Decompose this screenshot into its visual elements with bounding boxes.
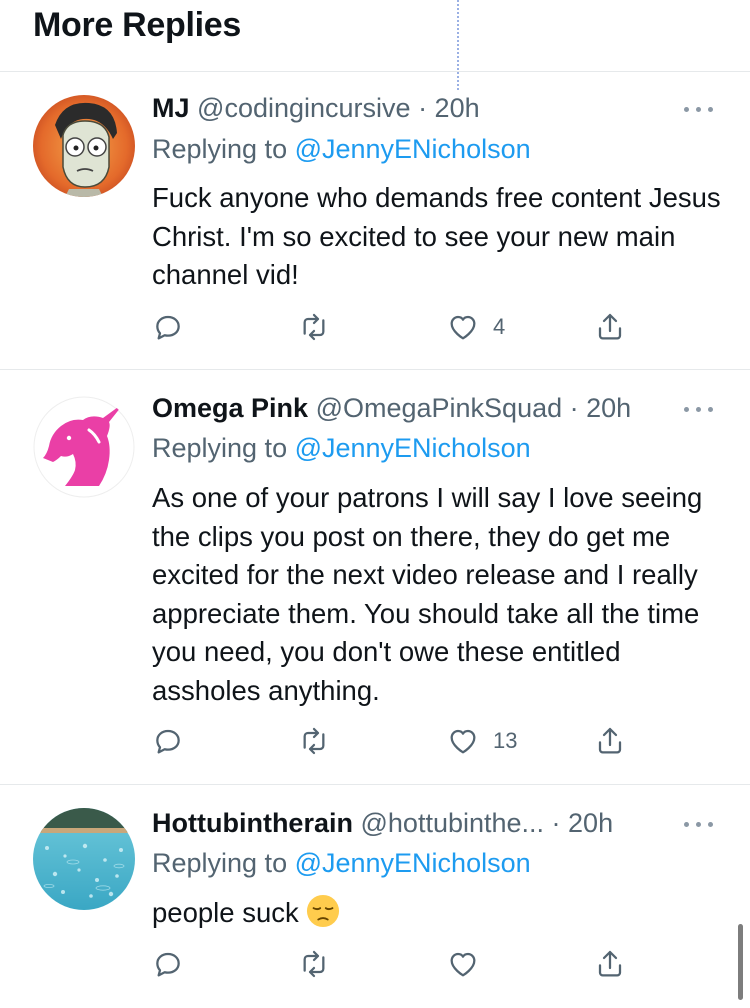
retweet-icon bbox=[303, 313, 325, 341]
retweet-icon bbox=[303, 950, 325, 978]
like-button[interactable]: 13 bbox=[447, 723, 517, 759]
replies-page: More Replies MJ @codingincursive · 20h R… bbox=[0, 0, 750, 1008]
tweet-header: MJ @codingincursive · 20h bbox=[152, 91, 480, 125]
share-button[interactable] bbox=[594, 723, 626, 759]
replying-to-prefix: Replying to bbox=[152, 433, 295, 463]
tweet-actions bbox=[152, 946, 652, 982]
replying-to-handle[interactable]: @JennyENicholson bbox=[295, 134, 531, 164]
share-icon bbox=[598, 727, 622, 754]
section-header: More Replies bbox=[0, 0, 750, 72]
retweet-button[interactable] bbox=[298, 946, 330, 982]
more-icon[interactable] bbox=[684, 399, 714, 419]
cartoon-face-avatar-icon bbox=[33, 95, 135, 197]
share-button[interactable] bbox=[594, 946, 626, 982]
tweet-text: As one of your patrons I will say I love… bbox=[152, 482, 703, 706]
user-handle[interactable]: @codingincursive bbox=[197, 93, 411, 123]
avatar[interactable] bbox=[33, 95, 135, 197]
more-icon[interactable] bbox=[684, 814, 714, 834]
pink-unicorn-avatar-icon bbox=[33, 396, 135, 498]
share-button[interactable] bbox=[594, 309, 626, 345]
replying-to-prefix: Replying to bbox=[152, 848, 295, 878]
pensive-face-icon bbox=[307, 894, 340, 928]
display-name[interactable]: Hottubintherain bbox=[152, 808, 353, 838]
like-icon bbox=[450, 952, 476, 977]
replying-to-handle[interactable]: @JennyENicholson bbox=[295, 848, 531, 878]
replying-to: Replying to @JennyENicholson bbox=[152, 132, 531, 166]
like-count: 13 bbox=[493, 728, 518, 753]
user-handle[interactable]: @OmegaPinkSquad bbox=[316, 393, 563, 423]
replying-to: Replying to @JennyENicholson bbox=[152, 846, 531, 880]
rainy-pool-avatar-icon bbox=[33, 808, 135, 910]
reply-button[interactable] bbox=[152, 723, 184, 759]
reply-icon bbox=[156, 729, 180, 754]
like-button[interactable] bbox=[447, 946, 493, 982]
avatar[interactable] bbox=[33, 396, 135, 498]
retweet-button[interactable] bbox=[298, 723, 330, 759]
reply-button[interactable] bbox=[152, 309, 184, 345]
reply-tweet-mj[interactable]: MJ @codingincursive · 20h Replying to @J… bbox=[0, 73, 750, 370]
reply-tweet-hottubintherain[interactable]: Hottubintherain @hottubinthe... · 20h Re… bbox=[0, 786, 750, 1008]
reply-icon bbox=[156, 952, 180, 977]
replying-to: Replying to @JennyENicholson bbox=[152, 431, 531, 465]
display-name[interactable]: MJ bbox=[152, 93, 190, 123]
tweet-header: Hottubintherain @hottubinthe... · 20h bbox=[152, 806, 613, 840]
tweet-text: Fuck anyone who demands free content Jes… bbox=[152, 182, 721, 290]
reply-icon bbox=[156, 315, 180, 340]
tweet-body: people suck bbox=[152, 894, 727, 933]
like-button[interactable]: 4 bbox=[447, 309, 505, 345]
tweet-header: Omega Pink @OmegaPinkSquad · 20h bbox=[152, 391, 631, 425]
more-icon[interactable] bbox=[684, 99, 714, 119]
tweet-actions: 13 bbox=[152, 723, 652, 759]
like-icon bbox=[450, 729, 476, 754]
reply-button[interactable] bbox=[152, 946, 184, 982]
replying-to-prefix: Replying to bbox=[152, 134, 295, 164]
like-icon bbox=[450, 315, 476, 340]
tweet-actions: 4 bbox=[152, 309, 652, 345]
timestamp[interactable]: · 20h bbox=[418, 93, 480, 123]
display-name[interactable]: Omega Pink bbox=[152, 393, 308, 423]
avatar[interactable] bbox=[33, 808, 135, 910]
retweet-icon bbox=[303, 727, 325, 755]
retweet-button[interactable] bbox=[298, 309, 330, 345]
share-icon bbox=[598, 950, 622, 977]
timestamp[interactable]: · 20h bbox=[552, 808, 614, 838]
like-count: 4 bbox=[493, 314, 506, 339]
timestamp[interactable]: · 20h bbox=[570, 393, 632, 423]
tweet-text: people suck bbox=[152, 897, 299, 928]
replying-to-handle[interactable]: @JennyENicholson bbox=[295, 433, 531, 463]
share-icon bbox=[598, 313, 622, 340]
section-title: More Replies bbox=[33, 6, 242, 44]
reply-tweet-omega-pink[interactable]: Omega Pink @OmegaPinkSquad · 20h Replyin… bbox=[0, 371, 750, 785]
scrollbar[interactable] bbox=[738, 924, 743, 1000]
user-handle[interactable]: @hottubinthe... bbox=[361, 808, 545, 838]
